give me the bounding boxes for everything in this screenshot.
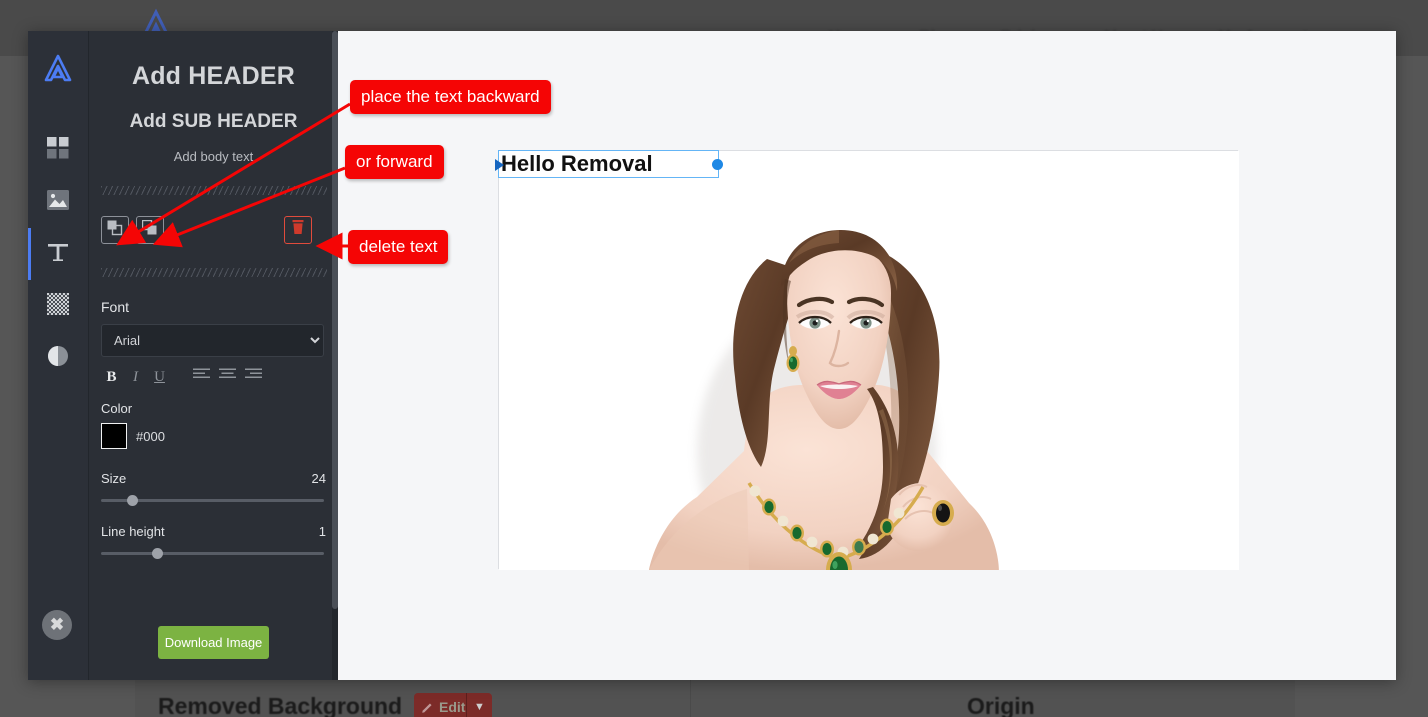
rail-item-adjust[interactable] — [28, 332, 88, 384]
image-editor-modal: ✖ Add HEADER Add SUB HEADER Add body tex… — [28, 31, 1396, 680]
rail-item-image[interactable] — [28, 176, 88, 228]
annotation-place-backward: place the text backward — [350, 80, 551, 114]
line-height-slider-thumb[interactable] — [151, 548, 163, 559]
text-format-row: B I U — [101, 365, 326, 389]
editor-icon-rail: ✖ — [28, 31, 88, 680]
color-hex-value: #000 — [136, 428, 165, 444]
download-image-button[interactable]: Download Image — [158, 626, 269, 659]
align-left-icon — [192, 368, 210, 386]
font-label: Font — [101, 299, 130, 315]
line-height-value: 1 — [318, 524, 326, 539]
align-right-icon — [244, 368, 262, 386]
woman-portrait-image — [499, 151, 1239, 570]
editor-canvas-stage[interactable]: Hello Removal — [338, 31, 1396, 680]
align-left-button[interactable] — [189, 366, 213, 388]
align-center-icon — [218, 368, 236, 386]
edit-dropdown-caret[interactable]: ▼ — [466, 693, 492, 717]
bold-button[interactable]: B — [101, 366, 122, 388]
size-value: 24 — [311, 471, 326, 486]
resize-handle-icon[interactable] — [712, 159, 723, 170]
bring-forward-button[interactable] — [136, 216, 164, 244]
canvas-frame[interactable] — [498, 150, 1239, 570]
send-backward-icon — [107, 220, 123, 241]
text-tools-panel: Add HEADER Add SUB HEADER Add body text — [88, 31, 338, 680]
size-slider-thumb[interactable] — [127, 495, 139, 506]
rotate-handle-icon[interactable] — [495, 159, 504, 171]
canvas-text-object[interactable]: Hello Removal — [495, 150, 723, 178]
background-card-divider — [690, 676, 691, 717]
pencil-icon — [422, 702, 432, 713]
canvas-photo[interactable] — [499, 151, 1239, 570]
send-backward-button[interactable] — [101, 216, 129, 244]
rail-item-text[interactable] — [28, 228, 88, 280]
canvas-text-value: Hello Removal — [501, 151, 653, 176]
italic-button[interactable]: I — [125, 366, 146, 388]
contrast-icon — [47, 345, 69, 372]
line-height-slider-track[interactable] — [101, 548, 324, 559]
add-subheader-button[interactable]: Add SUB HEADER — [101, 111, 326, 133]
add-header-button[interactable]: Add HEADER — [101, 62, 326, 91]
annotation-or-forward: or forward — [345, 145, 444, 179]
grid-icon — [47, 136, 69, 164]
rail-item-background[interactable] — [28, 280, 88, 332]
origin-title: Origin — [967, 693, 1035, 717]
trash-icon — [291, 219, 305, 240]
size-label: Size — [101, 471, 127, 486]
color-picker-row: #000 — [101, 423, 326, 449]
annotation-delete-text: delete text — [348, 230, 449, 264]
app-logo-icon — [44, 54, 72, 82]
edit-button-label: Edit — [439, 699, 466, 715]
divider-bottom — [101, 268, 327, 277]
font-size-control: Size 24 — [101, 471, 326, 506]
align-right-button[interactable] — [241, 366, 265, 388]
align-center-button[interactable] — [215, 366, 239, 388]
delete-text-button[interactable] — [284, 216, 312, 244]
size-slider-track[interactable] — [101, 495, 324, 506]
font-family-select[interactable]: Arial — [101, 324, 324, 357]
removed-background-title: Removed Background — [158, 693, 403, 717]
color-label: Color — [101, 401, 133, 416]
add-body-text-button[interactable]: Add body text — [101, 149, 326, 164]
color-swatch[interactable] — [101, 423, 127, 449]
divider-top — [101, 186, 327, 195]
checker-icon — [47, 292, 69, 320]
text-t-icon — [47, 241, 69, 268]
bring-forward-icon — [141, 219, 158, 241]
rail-item-templates[interactable] — [28, 124, 88, 176]
underline-button[interactable]: U — [149, 366, 170, 388]
line-height-control: Line height 1 — [101, 524, 326, 559]
close-circle-icon[interactable]: ✖ — [42, 610, 72, 640]
line-height-label: Line height — [101, 524, 165, 539]
image-icon — [47, 189, 69, 215]
layer-controls-row — [101, 216, 326, 244]
